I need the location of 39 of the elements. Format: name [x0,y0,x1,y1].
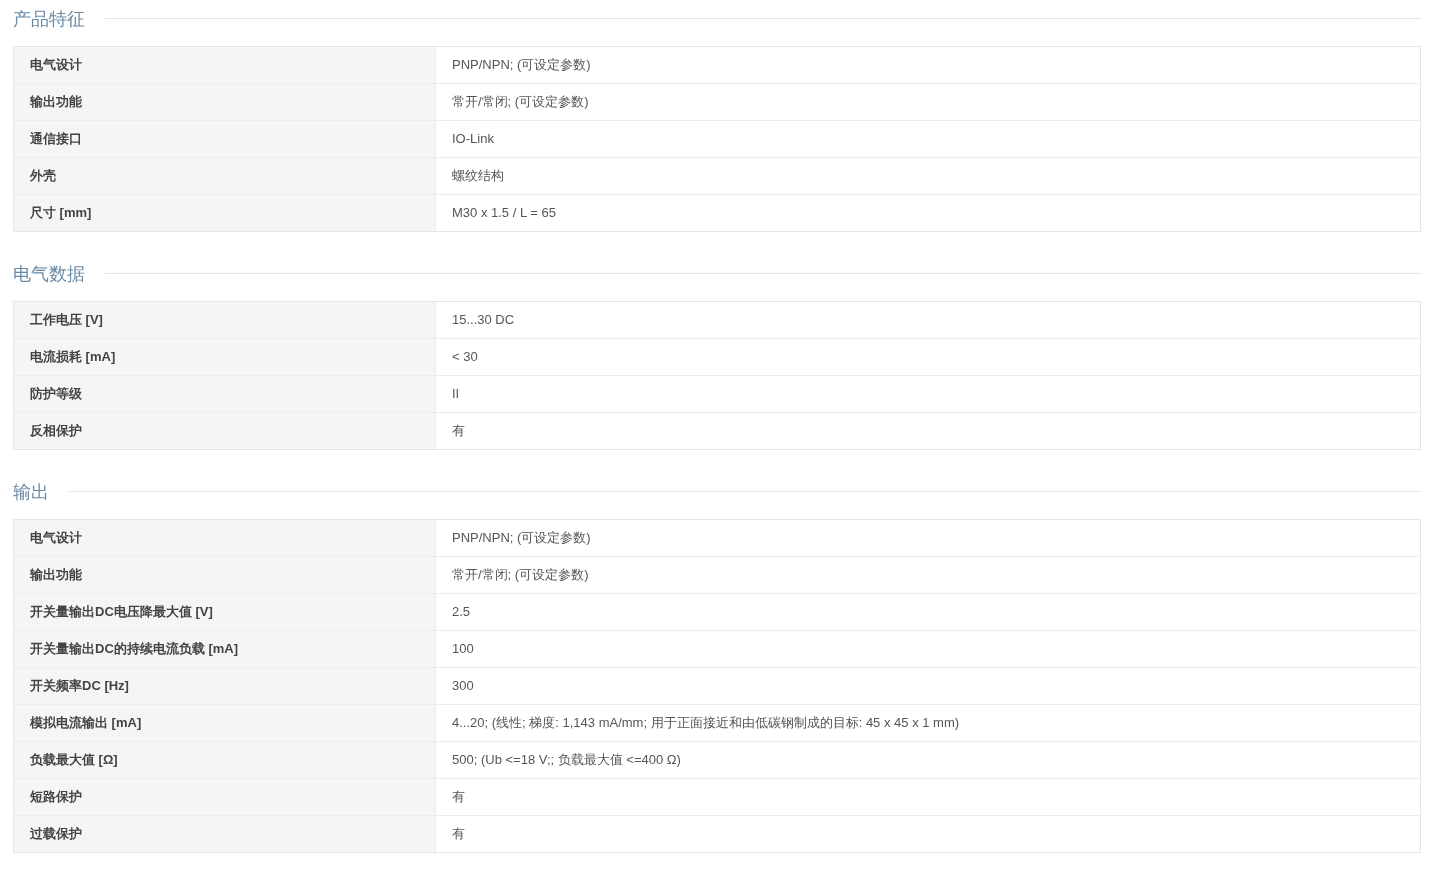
spec-value: 4...20; (线性; 梯度: 1,143 mA/mm; 用于正面接近和由低碳钢制成的目标: 45 x 45 x 1 mm) [451,714,961,732]
section-title: 产品特征 [13,7,86,31]
spec-value: PNP/NPN; (可设定参数) [451,529,592,547]
spec-label: 电气设计 [14,520,436,556]
spec-label: 工作电压 [V] [14,302,436,338]
spec-value: 100 [451,640,475,658]
section-title: 输出 [13,480,50,504]
spec-value: 有 [451,422,466,440]
spec-value: II [451,385,461,403]
spec-label: 过载保护 [14,816,436,852]
spec-label: 通信接口 [14,121,436,157]
spec-value: 2.5 [451,603,472,621]
spec-value: IO-Link [451,130,495,148]
spec-label: 开关量输出DC的持续电流负载 [mA] [14,631,436,667]
spec-value: < 30 [451,348,479,366]
section-title: 电气数据 [13,262,86,286]
spec-value: 常开/常闭; (可设定参数) [451,566,590,584]
spec-value: 螺纹结构 [451,167,505,185]
spec-value: 有 [451,825,466,843]
spec-label: 开关频率DC [Hz] [14,668,436,704]
spec-label: 输出功能 [14,84,436,120]
spec-value: 15...30 DC [451,311,516,329]
spec-label: 短路保护 [14,779,436,815]
spec-value: 500; (Ub <=18 V;; 负载最大值 <=400 Ω) [451,751,682,769]
spec-label: 输出功能 [14,557,436,593]
spec-value: PNP/NPN; (可设定参数) [451,56,592,74]
spec-label: 模拟电流输出 [mA] [14,705,436,741]
spec-label: 反相保护 [14,413,436,449]
spec-label: 负载最大值 [Ω] [14,742,436,778]
spec-value: 常开/常闭; (可设定参数) [451,93,590,111]
spec-label: 电气设计 [14,47,436,83]
spec-value: M30 x 1.5 / L = 65 [451,204,557,222]
spec-value: 有 [451,788,466,806]
spec-label: 尺寸 [mm] [14,195,436,231]
spec-label: 外壳 [14,158,436,194]
spec-label: 防护等级 [14,376,436,412]
spec-label: 开关量输出DC电压降最大值 [V] [14,594,436,630]
spec-value: 300 [451,677,475,695]
spec-label: 电流损耗 [mA] [14,339,436,375]
